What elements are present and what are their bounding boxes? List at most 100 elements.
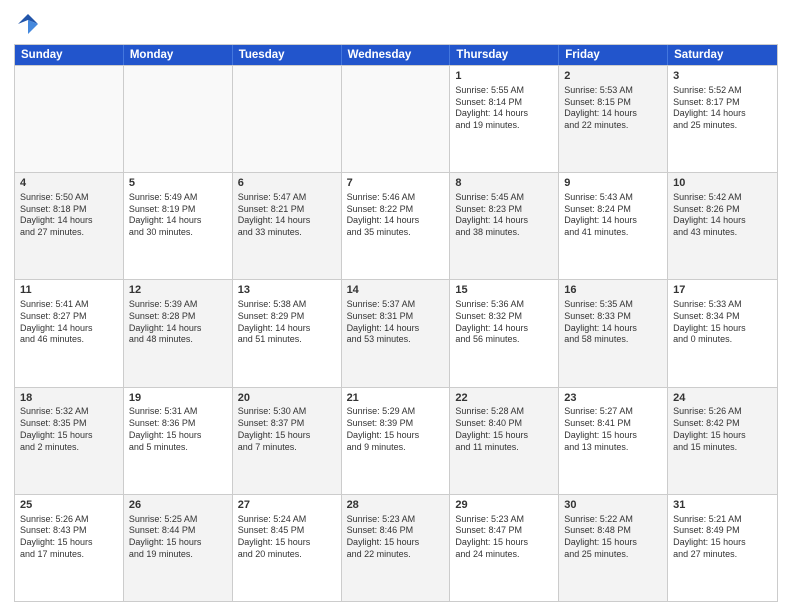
cell-info: Sunrise: 5:25 AM Sunset: 8:44 PM Dayligh… (129, 514, 227, 561)
page: SundayMondayTuesdayWednesdayThursdayFrid… (0, 0, 792, 612)
calendar-header: SundayMondayTuesdayWednesdayThursdayFrid… (15, 45, 777, 65)
day-number: 13 (238, 283, 336, 298)
day-number: 19 (129, 391, 227, 406)
cell-info: Sunrise: 5:38 AM Sunset: 8:29 PM Dayligh… (238, 299, 336, 346)
cell-info: Sunrise: 5:33 AM Sunset: 8:34 PM Dayligh… (673, 299, 772, 346)
cell-info: Sunrise: 5:35 AM Sunset: 8:33 PM Dayligh… (564, 299, 662, 346)
cal-header-cell: Monday (124, 45, 233, 65)
cell-info: Sunrise: 5:21 AM Sunset: 8:49 PM Dayligh… (673, 514, 772, 561)
cal-cell: 7Sunrise: 5:46 AM Sunset: 8:22 PM Daylig… (342, 173, 451, 279)
cal-cell: 30Sunrise: 5:22 AM Sunset: 8:48 PM Dayli… (559, 495, 668, 601)
cal-cell: 29Sunrise: 5:23 AM Sunset: 8:47 PM Dayli… (450, 495, 559, 601)
cal-week: 4Sunrise: 5:50 AM Sunset: 8:18 PM Daylig… (15, 172, 777, 279)
logo (14, 10, 46, 38)
cal-header-cell: Tuesday (233, 45, 342, 65)
day-number: 24 (673, 391, 772, 406)
day-number: 18 (20, 391, 118, 406)
day-number: 28 (347, 498, 445, 513)
day-number: 10 (673, 176, 772, 191)
cal-cell: 6Sunrise: 5:47 AM Sunset: 8:21 PM Daylig… (233, 173, 342, 279)
cell-info: Sunrise: 5:41 AM Sunset: 8:27 PM Dayligh… (20, 299, 118, 346)
day-number: 6 (238, 176, 336, 191)
cell-info: Sunrise: 5:26 AM Sunset: 8:43 PM Dayligh… (20, 514, 118, 561)
day-number: 15 (455, 283, 553, 298)
cal-cell: 28Sunrise: 5:23 AM Sunset: 8:46 PM Dayli… (342, 495, 451, 601)
cell-info: Sunrise: 5:23 AM Sunset: 8:46 PM Dayligh… (347, 514, 445, 561)
cell-info: Sunrise: 5:22 AM Sunset: 8:48 PM Dayligh… (564, 514, 662, 561)
day-number: 25 (20, 498, 118, 513)
cell-info: Sunrise: 5:45 AM Sunset: 8:23 PM Dayligh… (455, 192, 553, 239)
cell-info: Sunrise: 5:28 AM Sunset: 8:40 PM Dayligh… (455, 406, 553, 453)
cal-cell: 8Sunrise: 5:45 AM Sunset: 8:23 PM Daylig… (450, 173, 559, 279)
cell-info: Sunrise: 5:46 AM Sunset: 8:22 PM Dayligh… (347, 192, 445, 239)
day-number: 20 (238, 391, 336, 406)
cal-cell: 12Sunrise: 5:39 AM Sunset: 8:28 PM Dayli… (124, 280, 233, 386)
day-number: 30 (564, 498, 662, 513)
cell-info: Sunrise: 5:50 AM Sunset: 8:18 PM Dayligh… (20, 192, 118, 239)
day-number: 31 (673, 498, 772, 513)
day-number: 26 (129, 498, 227, 513)
cell-info: Sunrise: 5:36 AM Sunset: 8:32 PM Dayligh… (455, 299, 553, 346)
cal-header-cell: Thursday (450, 45, 559, 65)
day-number: 21 (347, 391, 445, 406)
cell-info: Sunrise: 5:42 AM Sunset: 8:26 PM Dayligh… (673, 192, 772, 239)
day-number: 5 (129, 176, 227, 191)
cal-week: 25Sunrise: 5:26 AM Sunset: 8:43 PM Dayli… (15, 494, 777, 601)
logo-icon (14, 10, 42, 38)
day-number: 14 (347, 283, 445, 298)
calendar-body: 1Sunrise: 5:55 AM Sunset: 8:14 PM Daylig… (15, 65, 777, 601)
cal-header-cell: Saturday (668, 45, 777, 65)
day-number: 23 (564, 391, 662, 406)
day-number: 12 (129, 283, 227, 298)
cal-cell: 5Sunrise: 5:49 AM Sunset: 8:19 PM Daylig… (124, 173, 233, 279)
day-number: 17 (673, 283, 772, 298)
cell-info: Sunrise: 5:31 AM Sunset: 8:36 PM Dayligh… (129, 406, 227, 453)
day-number: 1 (455, 69, 553, 84)
calendar: SundayMondayTuesdayWednesdayThursdayFrid… (14, 44, 778, 602)
cal-header-cell: Sunday (15, 45, 124, 65)
cal-week: 11Sunrise: 5:41 AM Sunset: 8:27 PM Dayli… (15, 279, 777, 386)
cal-cell: 23Sunrise: 5:27 AM Sunset: 8:41 PM Dayli… (559, 388, 668, 494)
day-number: 16 (564, 283, 662, 298)
cell-info: Sunrise: 5:29 AM Sunset: 8:39 PM Dayligh… (347, 406, 445, 453)
cal-cell: 17Sunrise: 5:33 AM Sunset: 8:34 PM Dayli… (668, 280, 777, 386)
cal-cell: 13Sunrise: 5:38 AM Sunset: 8:29 PM Dayli… (233, 280, 342, 386)
cal-cell: 16Sunrise: 5:35 AM Sunset: 8:33 PM Dayli… (559, 280, 668, 386)
cell-info: Sunrise: 5:37 AM Sunset: 8:31 PM Dayligh… (347, 299, 445, 346)
cal-cell: 4Sunrise: 5:50 AM Sunset: 8:18 PM Daylig… (15, 173, 124, 279)
cell-info: Sunrise: 5:27 AM Sunset: 8:41 PM Dayligh… (564, 406, 662, 453)
cal-week: 1Sunrise: 5:55 AM Sunset: 8:14 PM Daylig… (15, 65, 777, 172)
cell-info: Sunrise: 5:55 AM Sunset: 8:14 PM Dayligh… (455, 85, 553, 132)
cell-info: Sunrise: 5:43 AM Sunset: 8:24 PM Dayligh… (564, 192, 662, 239)
day-number: 8 (455, 176, 553, 191)
cal-cell: 25Sunrise: 5:26 AM Sunset: 8:43 PM Dayli… (15, 495, 124, 601)
cal-cell: 22Sunrise: 5:28 AM Sunset: 8:40 PM Dayli… (450, 388, 559, 494)
cell-info: Sunrise: 5:24 AM Sunset: 8:45 PM Dayligh… (238, 514, 336, 561)
day-number: 3 (673, 69, 772, 84)
cal-cell: 24Sunrise: 5:26 AM Sunset: 8:42 PM Dayli… (668, 388, 777, 494)
cal-cell: 21Sunrise: 5:29 AM Sunset: 8:39 PM Dayli… (342, 388, 451, 494)
cal-cell (342, 66, 451, 172)
day-number: 11 (20, 283, 118, 298)
cal-cell: 2Sunrise: 5:53 AM Sunset: 8:15 PM Daylig… (559, 66, 668, 172)
cal-cell: 9Sunrise: 5:43 AM Sunset: 8:24 PM Daylig… (559, 173, 668, 279)
cal-cell: 11Sunrise: 5:41 AM Sunset: 8:27 PM Dayli… (15, 280, 124, 386)
day-number: 4 (20, 176, 118, 191)
cal-cell (233, 66, 342, 172)
cell-info: Sunrise: 5:23 AM Sunset: 8:47 PM Dayligh… (455, 514, 553, 561)
cell-info: Sunrise: 5:49 AM Sunset: 8:19 PM Dayligh… (129, 192, 227, 239)
day-number: 29 (455, 498, 553, 513)
cal-cell: 20Sunrise: 5:30 AM Sunset: 8:37 PM Dayli… (233, 388, 342, 494)
cell-info: Sunrise: 5:26 AM Sunset: 8:42 PM Dayligh… (673, 406, 772, 453)
header (14, 10, 778, 38)
cell-info: Sunrise: 5:32 AM Sunset: 8:35 PM Dayligh… (20, 406, 118, 453)
cal-cell: 10Sunrise: 5:42 AM Sunset: 8:26 PM Dayli… (668, 173, 777, 279)
cell-info: Sunrise: 5:47 AM Sunset: 8:21 PM Dayligh… (238, 192, 336, 239)
cal-cell: 18Sunrise: 5:32 AM Sunset: 8:35 PM Dayli… (15, 388, 124, 494)
day-number: 2 (564, 69, 662, 84)
day-number: 9 (564, 176, 662, 191)
cell-info: Sunrise: 5:30 AM Sunset: 8:37 PM Dayligh… (238, 406, 336, 453)
cal-cell: 31Sunrise: 5:21 AM Sunset: 8:49 PM Dayli… (668, 495, 777, 601)
cell-info: Sunrise: 5:39 AM Sunset: 8:28 PM Dayligh… (129, 299, 227, 346)
day-number: 22 (455, 391, 553, 406)
